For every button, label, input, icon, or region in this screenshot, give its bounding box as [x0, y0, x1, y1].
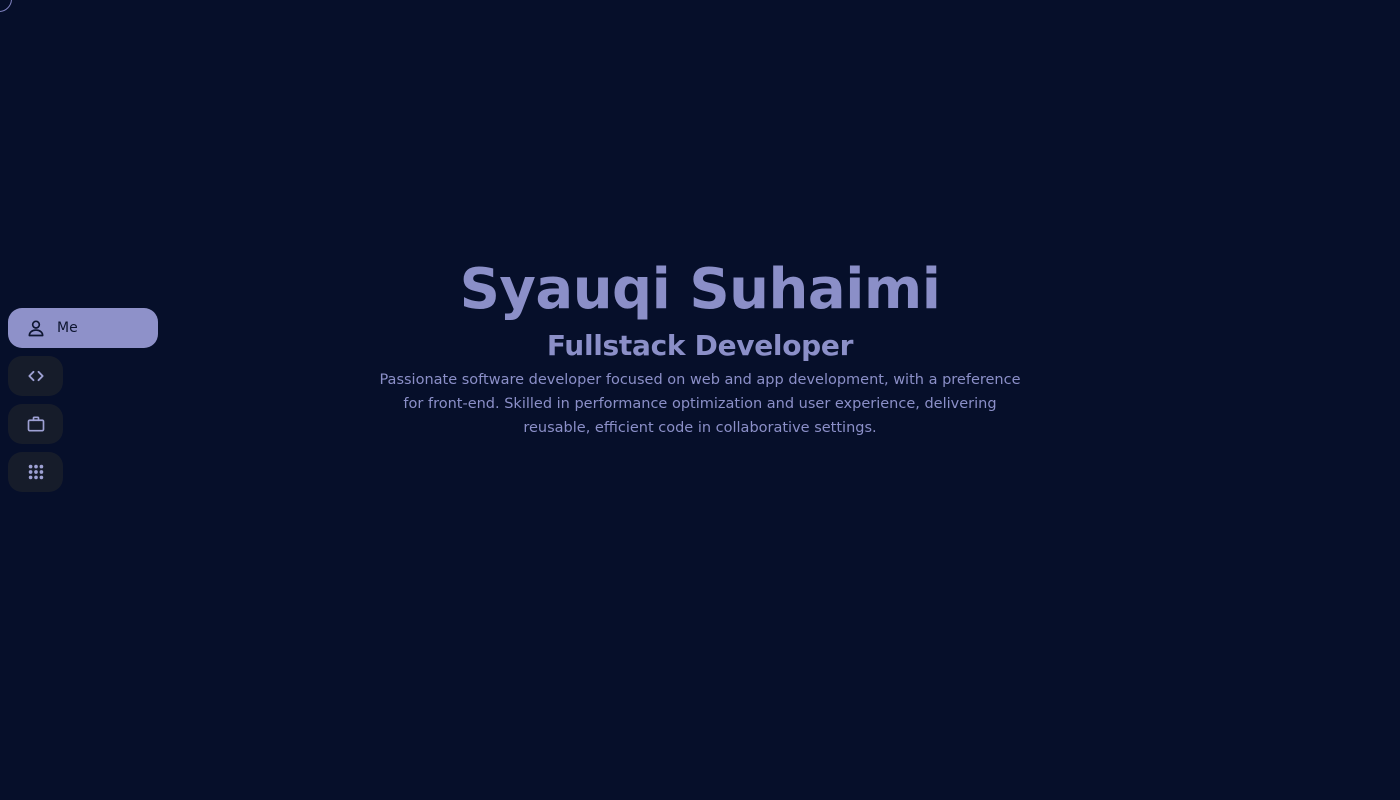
nav-item-work[interactable] [8, 404, 63, 444]
hero-name: Syauqi Suhaimi [459, 257, 941, 322]
hero-description: Passionate software developer focused on… [379, 372, 1021, 436]
nav-item-code[interactable] [8, 356, 63, 396]
nav-item-apps[interactable] [8, 452, 63, 492]
cursor-circle-icon [0, 0, 12, 12]
apps-grid-icon [26, 462, 46, 482]
person-icon [26, 318, 46, 338]
code-icon [26, 366, 46, 386]
hero-title: Fullstack Developer [546, 329, 854, 362]
side-nav: Me [8, 308, 158, 492]
briefcase-icon [26, 414, 46, 434]
page: Me Syauqi Suhaimi Fullstack Developer Pa… [0, 0, 1400, 800]
nav-item-me[interactable]: Me [8, 308, 158, 348]
hero-section: Syauqi Suhaimi Fullstack Developer Passi… [350, 252, 1050, 440]
nav-item-label: Me [57, 320, 78, 336]
